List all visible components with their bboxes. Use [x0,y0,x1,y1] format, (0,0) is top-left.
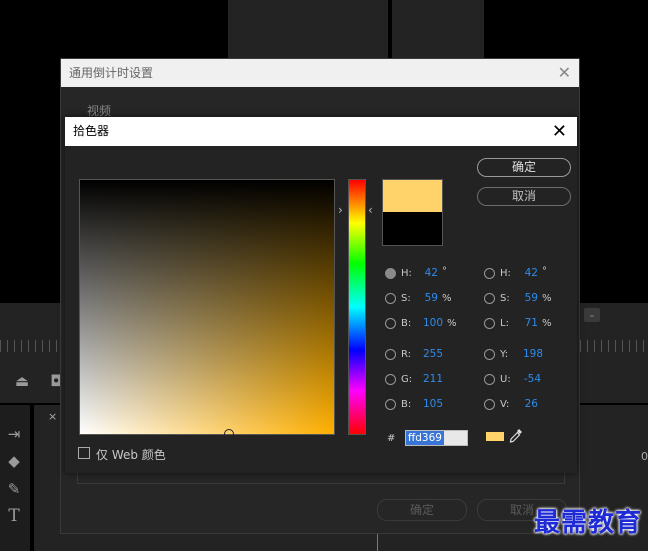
hsb-hue-value[interactable]: 42 [410,267,438,279]
eyedropper-glyph [509,429,522,443]
timeline-close-icon[interactable]: × [48,410,57,423]
background-video-panel-2 [392,0,484,58]
outer-ok-button[interactable]: 确定 [377,499,467,521]
hsl-hue-unit: ° [542,266,547,277]
timeline-time-marker: 0 [641,450,648,463]
original-color-swatch[interactable] [382,212,443,246]
hsb-saturation-radio[interactable] [385,293,396,304]
hsb-saturation-value[interactable]: 59 [410,292,438,304]
hsl-saturation-value[interactable]: 59 [510,292,538,304]
hsb-brightness-value[interactable]: 100 [415,317,443,329]
yuv-y-label: Y: [500,349,509,360]
saturation-brightness-field[interactable] [79,179,335,439]
hsl-hue-radio[interactable] [484,268,495,279]
rgb-red-label: R: [401,349,412,360]
dialog-title: 通用倒计时设置 [61,59,579,87]
hsl-hue-value[interactable]: 42 [510,267,538,279]
hsb-saturation-unit: % [442,293,452,304]
razor-icon[interactable]: ◆ [4,452,24,470]
hsl-saturation-unit: % [542,293,552,304]
ok-button[interactable]: 确定 [477,158,571,177]
cancel-button[interactable]: 取消 [477,187,571,206]
color-picker-title: 拾色器 [65,117,577,146]
rgb-green-value[interactable]: 211 [415,373,443,385]
hex-value-selected: ffd369 [406,431,444,445]
hsl-saturation-radio[interactable] [484,293,495,304]
background-ruler [0,340,60,352]
hex-prefix-label: # [387,433,396,444]
web-colors-only-label: 仅 Web 颜色 [96,448,166,462]
hsb-hue-radio[interactable] [385,268,396,279]
color-cursor[interactable] [224,429,234,439]
yuv-v-value[interactable]: 26 [510,398,538,410]
hsl-lightness-unit: % [542,318,552,329]
yuv-y-value[interactable]: 198 [515,348,543,360]
close-icon[interactable]: ✕ [552,117,567,146]
rgb-red-radio[interactable] [385,349,396,360]
hex-color-swatch [486,432,504,441]
hue-slider-arrow-icon[interactable]: › [338,203,343,217]
hue-slider[interactable] [348,179,366,435]
hsl-lightness-label: L: [500,318,509,329]
background-dropdown-icon[interactable]: ⌄ [584,308,600,322]
camera-icon[interactable]: ⏏ [12,372,32,390]
background-video-panel [228,0,388,58]
pen-icon[interactable]: ✎ [4,480,24,498]
hsb-brightness-label: B: [401,318,412,329]
track-select-icon[interactable]: ⇥ [4,425,24,443]
hsl-saturation-label: S: [500,293,510,304]
rgb-red-value[interactable]: 255 [415,348,443,360]
rgb-green-radio[interactable] [385,374,396,385]
close-icon[interactable]: ✕ [558,59,571,87]
yuv-y-radio[interactable] [484,349,495,360]
hsl-lightness-radio[interactable] [484,318,495,329]
hex-color-input[interactable]: ffd369 [405,430,468,446]
rgb-blue-radio[interactable] [385,399,396,410]
sv-gradient [80,180,334,434]
rgb-green-label: G: [401,374,413,385]
watermark-logo: 最需教育 [533,508,642,538]
hue-slider-arrow-icon[interactable]: ‹ [368,203,373,217]
yuv-u-radio[interactable] [484,374,495,385]
eyedropper-icon[interactable] [509,428,523,448]
background-ruler-right [580,340,648,352]
yuv-u-label: U: [500,374,511,385]
rgb-blue-value[interactable]: 105 [415,398,443,410]
color-picker-dialog: 拾色器 ✕ › ‹ 确定 取消 H: 42 ° S: 59 % B: 100 %… [65,117,577,473]
new-color-swatch [382,179,443,212]
hsb-brightness-unit: % [447,318,457,329]
yuv-u-value[interactable]: -54 [513,373,541,385]
type-tool-icon[interactable]: T [4,507,24,525]
rgb-blue-label: B: [401,399,412,410]
hsb-hue-unit: ° [442,266,447,277]
hsb-brightness-radio[interactable] [385,318,396,329]
yuv-v-radio[interactable] [484,399,495,410]
yuv-v-label: V: [500,399,510,410]
hsl-lightness-value[interactable]: 71 [510,317,538,329]
web-colors-only-checkbox[interactable] [78,447,90,459]
